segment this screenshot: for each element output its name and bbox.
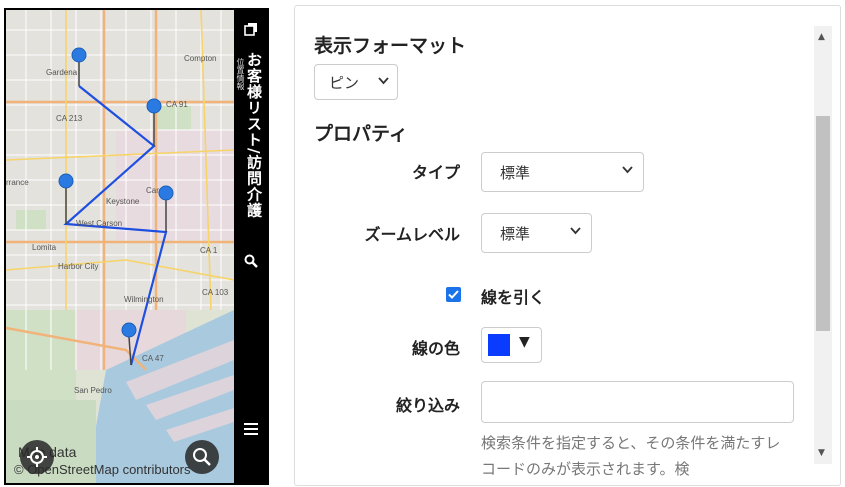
- locate-button[interactable]: [20, 440, 54, 474]
- window-restore-icon[interactable]: [242, 20, 260, 38]
- caret-down-icon: ▼: [519, 334, 530, 350]
- scroll-up-arrow-icon[interactable]: ▲: [818, 32, 825, 42]
- zoom-level-value: 標準: [500, 224, 531, 243]
- scroll-thumb[interactable]: [816, 116, 830, 331]
- map-label-ca1: CA 1: [200, 246, 218, 255]
- map-label-wilmington: Wilmington: [124, 295, 164, 304]
- map-label-gardena: Gardena: [46, 68, 78, 77]
- crosshair-icon: [27, 447, 47, 467]
- settings-panel: 表示フォーマット ピン プロパティ タイプ 標準 ズームレベル 標準 線を引く …: [294, 5, 841, 486]
- draw-line-checkbox[interactable]: [446, 287, 461, 302]
- properties-heading: プロパティ: [314, 123, 408, 145]
- map-label-torrance: rrance: [6, 178, 29, 187]
- chevron-down-icon: [570, 227, 581, 235]
- map-sidebar: 位置情報 お客様リスト/訪問介護: [234, 8, 269, 485]
- chevron-down-icon: [378, 77, 389, 85]
- map-widget: Gardena Compton Carson West Carson Keyst…: [4, 8, 269, 485]
- line-color-label: 線の色: [411, 339, 460, 358]
- map-label-ca91: CA 91: [166, 100, 188, 109]
- type-label: タイプ: [411, 163, 460, 182]
- search-icon[interactable]: [242, 252, 260, 270]
- map-canvas[interactable]: Gardena Compton Carson West Carson Keyst…: [6, 10, 234, 483]
- map-label-keystone: Keystone: [106, 197, 140, 206]
- map-label-san-pedro: San Pedro: [74, 386, 112, 395]
- zoom-level-select[interactable]: 標準: [481, 213, 592, 253]
- settings-content: 表示フォーマット ピン プロパティ タイプ 標準 ズームレベル 標準 線を引く …: [295, 6, 840, 485]
- scroll-down-arrow-icon[interactable]: ▼: [818, 448, 825, 458]
- type-select[interactable]: 標準: [481, 152, 644, 192]
- display-format-heading: 表示フォーマット: [314, 35, 467, 57]
- filter-label: 絞り込み: [395, 396, 460, 415]
- checkmark-icon: [448, 290, 459, 299]
- map-label-harbor-city: Harbor City: [58, 262, 99, 271]
- line-color-picker[interactable]: ▼: [481, 327, 542, 363]
- panel-scrollbar[interactable]: ▲ ▼: [814, 26, 832, 464]
- hamburger-menu-icon[interactable]: [242, 420, 260, 438]
- display-format-value: ピン: [329, 73, 360, 92]
- zoom-level-label: ズームレベル: [364, 225, 460, 244]
- map-label-ca47: CA 47: [142, 354, 164, 363]
- map-label-compton: Compton: [184, 54, 217, 63]
- map-search-button[interactable]: [185, 440, 219, 474]
- filter-input[interactable]: [481, 381, 794, 423]
- magnifier-icon: [193, 448, 211, 466]
- chevron-down-icon: [622, 166, 633, 174]
- line-color-swatch: [488, 334, 510, 356]
- draw-line-label[interactable]: 線を引く: [481, 284, 545, 308]
- map-label-ca213: CA 213: [56, 114, 83, 123]
- sidebar-title: お客様リスト/訪問介護: [245, 52, 263, 219]
- map-label-ca103: CA 103: [202, 288, 229, 297]
- type-value: 標準: [500, 163, 531, 182]
- filter-help-text: 検索条件を指定すると、その条件を満たすレコードのみが表示されます。検: [481, 434, 781, 478]
- map-label-carson: Carson: [146, 186, 172, 195]
- display-format-select[interactable]: ピン: [314, 64, 398, 100]
- map-label-west-carson: West Carson: [76, 219, 123, 228]
- map-label-lomita: Lomita: [32, 243, 57, 252]
